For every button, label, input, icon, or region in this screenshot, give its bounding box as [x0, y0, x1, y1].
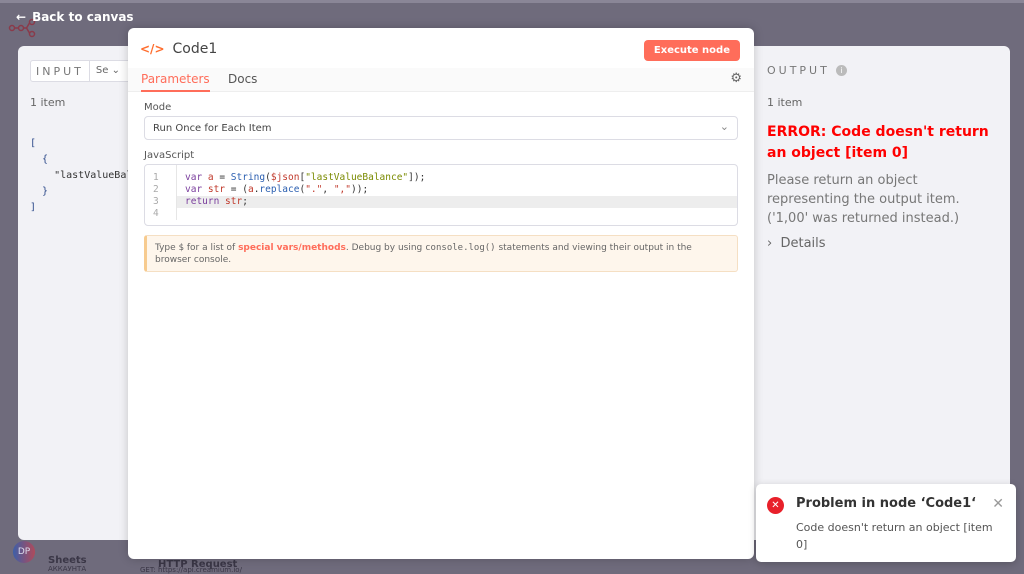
code-token: String — [230, 172, 266, 183]
code-token: = — [213, 172, 231, 183]
arrow-left-icon: ← — [16, 10, 27, 24]
error-message: Please return an object representing the… — [767, 173, 960, 226]
gear-icon[interactable]: ⚙ — [730, 71, 742, 86]
node-modal: </> Code1 Execute node Parameters Docs ⚙… — [128, 28, 754, 559]
code-line[interactable]: 1 var a = String($json["lastValueBalance"… — [145, 172, 737, 184]
close-icon[interactable]: ✕ — [992, 496, 1004, 512]
error-icon: ✕ — [767, 497, 784, 514]
output-header: OUTPUT i — [767, 64, 847, 77]
chevron-down-icon: ⌄ — [719, 120, 729, 133]
back-to-canvas-button[interactable]: ← Back to canvas — [16, 10, 134, 24]
input-header: INPUT Se ⌄ — [30, 60, 131, 82]
code-text: var str = (a.replace(".", ",")); — [177, 184, 368, 196]
code-token: "." — [305, 184, 323, 195]
code-line[interactable]: 4 — [145, 208, 737, 220]
details-toggle[interactable]: › Details — [767, 236, 826, 251]
code-token: str — [207, 184, 226, 195]
canvas-node-sheets-sub: АККАУНТА — [48, 565, 87, 573]
error-toast: ✕ Problem in node ‘Code1‘ Code doesn't r… — [756, 484, 1016, 562]
javascript-label: JavaScript — [144, 150, 195, 161]
tab-docs[interactable]: Docs — [228, 72, 257, 86]
code-token: ]); — [408, 172, 426, 183]
chevron-down-icon: ⌄ — [111, 65, 120, 76]
code-editor[interactable]: 1 var a = String($json["lastValueBalance"… — [144, 164, 738, 226]
tabs: Parameters Docs ⚙ — [128, 68, 754, 92]
code-token: "," — [333, 184, 351, 195]
code-token: return — [185, 196, 226, 207]
chevron-right-icon: › — [767, 236, 773, 251]
avatar[interactable]: DP — [13, 541, 35, 563]
code-token: , — [322, 184, 334, 195]
toast-title: Problem in node ‘Code1‘ — [796, 496, 977, 511]
output-panel: OUTPUT i 1 item ERROR: Code doesn't retur… — [754, 46, 1010, 540]
code-token: "lastValueBalance" — [305, 172, 409, 183]
code-icon: </> — [140, 42, 165, 56]
top-edge — [0, 0, 1024, 3]
node-title[interactable]: Code1 — [173, 41, 218, 57]
line-number: 2 — [145, 184, 177, 196]
code-line[interactable]: 2 var str = (a.replace(".", ",")); — [145, 184, 737, 196]
output-item-count: 1 item — [767, 96, 803, 109]
input-item-count: 1 item — [30, 96, 66, 109]
code-text: var a = String($json["lastValueBalance"]… — [177, 172, 425, 184]
execute-node-button[interactable]: Execute node — [643, 40, 740, 61]
code-text: return str; — [177, 196, 248, 208]
special-vars-link[interactable]: special vars/methods — [238, 243, 346, 253]
input-panel: INPUT Se ⌄ 1 item [ { "lastValueBal } ] — [18, 46, 138, 540]
error-title: ERROR: Code doesn't return an object [it… — [767, 124, 989, 161]
mode-select[interactable]: Run Once for Each Item ⌄ — [144, 116, 738, 140]
line-number: 4 — [145, 208, 177, 220]
input-node-select[interactable]: Se ⌄ — [90, 61, 130, 81]
code-token: = ( — [225, 184, 248, 195]
hint-box: Type $ for a list of special vars/method… — [144, 235, 738, 272]
line-number: 1 — [145, 172, 177, 184]
code-token: str — [225, 196, 243, 207]
input-json: [ { "lastValueBal } ] — [30, 138, 133, 213]
line-number: 3 — [145, 196, 177, 208]
info-icon[interactable]: i — [835, 65, 847, 76]
node-header: </> Code1 — [140, 41, 217, 57]
code-token: var — [185, 172, 208, 183]
tab-parameters[interactable]: Parameters — [141, 72, 210, 92]
code-line[interactable]: 3 return str; — [145, 196, 737, 208]
toast-message: Code doesn't return an object [item 0] — [796, 521, 993, 551]
mode-label: Mode — [144, 102, 172, 113]
code-token: )); — [351, 184, 369, 195]
code-token: replace — [259, 184, 300, 195]
input-label: INPUT — [31, 61, 90, 81]
code-token: $json — [270, 172, 300, 183]
code-token: var — [185, 184, 208, 195]
code-token: ; — [242, 196, 248, 207]
